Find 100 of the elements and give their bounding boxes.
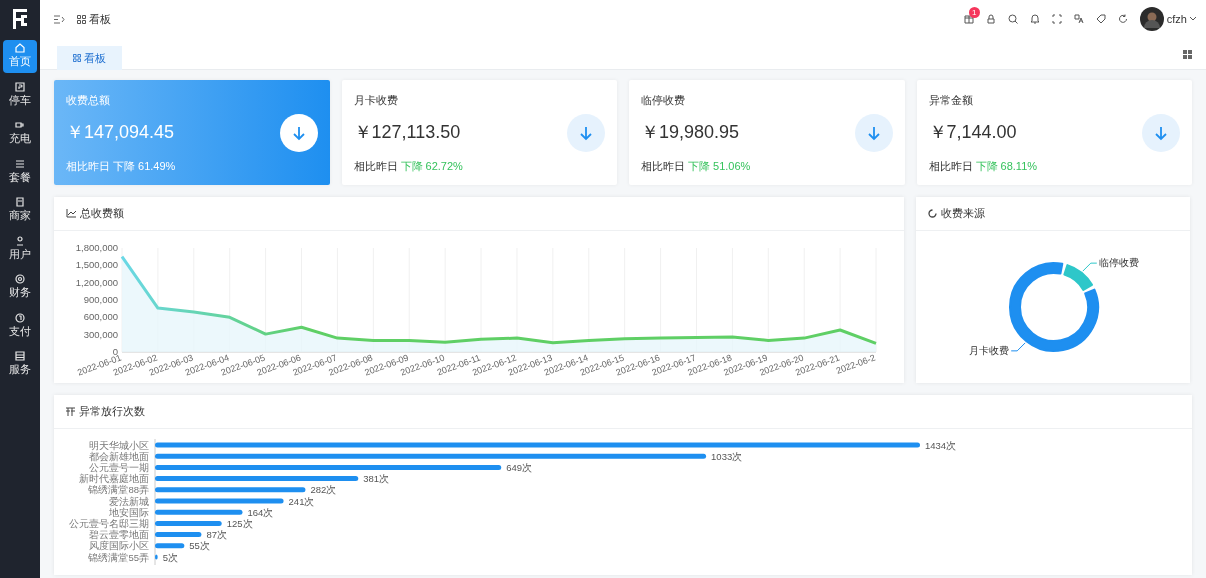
nav-icon <box>15 120 25 130</box>
unit-label: 次 <box>199 540 210 552</box>
category-label: 都会新雄地面 <box>89 450 149 462</box>
username[interactable]: cfzh <box>1166 10 1187 28</box>
category-label: 新时代嘉庭地面 <box>79 473 149 485</box>
unit-label: 次 <box>217 529 227 541</box>
compare-label: 相比昨日 <box>66 158 110 174</box>
axis-label: 1,800,000 <box>75 242 118 253</box>
sidebar-item[interactable]: 服务 <box>3 348 37 381</box>
unit-label: 次 <box>167 551 178 563</box>
category-label: 公元壹号名邸三期 <box>69 517 149 529</box>
unit-label: 次 <box>379 473 390 485</box>
axis-label: 300,000 <box>83 328 118 340</box>
refresh-icon[interactable] <box>1117 14 1128 24</box>
category-label: 锦绣满堂55弄 <box>88 551 149 563</box>
panel-title: 异常放行次数 <box>79 404 145 420</box>
grid-icon <box>77 14 86 24</box>
sidebar-item[interactable]: 套餐 <box>3 155 37 188</box>
sort-icon <box>66 407 75 416</box>
value-label: 241 <box>288 495 305 507</box>
axis-label: 1,200,000 <box>75 276 118 288</box>
download-button[interactable] <box>1142 113 1180 152</box>
arrow-down-icon <box>1153 124 1169 141</box>
caret-icon[interactable] <box>1190 17 1196 21</box>
change-value: 下降 62.72% <box>400 158 463 174</box>
nav-icon <box>15 274 25 284</box>
tab[interactable]: 看板 <box>57 46 122 70</box>
category-label: 明天华城小区 <box>89 439 149 451</box>
breadcrumb: 看板 <box>89 11 111 27</box>
card-title: 临停收费 <box>641 93 686 108</box>
value-label: 125 <box>226 517 243 529</box>
leader-line <box>1082 262 1098 272</box>
unit-label: 次 <box>326 484 337 496</box>
nav-icon <box>15 43 25 53</box>
sidebar-item[interactable]: 用户 <box>3 232 37 265</box>
panel-title: 收费来源 <box>941 206 985 222</box>
category-label: 碧云壹零地面 <box>89 529 149 541</box>
line-chart-icon <box>66 209 76 218</box>
slice-label: 临停收费 <box>1098 257 1139 269</box>
card-title: 月卡收费 <box>353 93 399 108</box>
category-label: 锦绣满堂88弄 <box>88 484 149 496</box>
unit-label: 次 <box>263 506 274 518</box>
value-label: 87 <box>206 529 217 541</box>
compare-label: 相比昨日 <box>928 158 973 174</box>
compare-label: 相比昨日 <box>353 158 398 174</box>
value-label: 5 <box>162 551 168 563</box>
apps-icon[interactable] <box>1183 50 1192 59</box>
sidebar-item[interactable]: 商家 <box>3 194 37 227</box>
sidebar-item[interactable]: 充电 <box>3 117 37 150</box>
lock-icon[interactable] <box>985 14 996 24</box>
bell-icon[interactable] <box>1029 14 1040 24</box>
fullscreen-icon[interactable] <box>1051 14 1062 24</box>
logo-icon <box>12 8 28 30</box>
bar <box>155 520 222 526</box>
translate-icon[interactable] <box>1073 14 1084 24</box>
unit-label: 次 <box>304 495 315 507</box>
download-button[interactable] <box>567 113 605 152</box>
loading-icon <box>928 209 937 218</box>
card-title: 收费总额 <box>66 93 111 108</box>
category-label: 风度国际小区 <box>89 540 149 552</box>
category-label: 爱法新城 <box>109 495 149 507</box>
value-label: 282 <box>310 484 327 496</box>
bar <box>155 554 158 560</box>
amount: ￥19,980.95 <box>641 120 741 144</box>
gift-icon[interactable] <box>963 14 974 24</box>
nav-icon <box>15 312 25 323</box>
change-value: 下降 61.49% <box>113 158 176 174</box>
avatar[interactable] <box>1139 7 1164 31</box>
slice-label: 月卡收费 <box>969 344 1010 356</box>
tag-icon[interactable] <box>1095 14 1106 24</box>
grid-icon <box>73 54 81 62</box>
download-button[interactable] <box>854 113 893 152</box>
unit-label: 次 <box>522 461 533 473</box>
value-label: 1434 <box>925 439 947 451</box>
axis-label: 1,500,000 <box>75 259 118 271</box>
value-label: 381 <box>363 473 380 485</box>
arrow-down-icon <box>578 124 594 141</box>
category-label: 公元壹号一期 <box>89 461 149 473</box>
nav-icon <box>15 197 25 207</box>
download-button[interactable] <box>279 113 318 152</box>
card-title: 异常金额 <box>928 93 974 108</box>
value-label: 55 <box>189 540 200 552</box>
sidebar-item[interactable]: 财务 <box>3 271 37 304</box>
arrow-down-icon <box>865 124 882 141</box>
unit-label: 次 <box>242 517 253 529</box>
notification-badge: 1 <box>968 7 980 18</box>
sidebar-item[interactable]: 停车 <box>3 78 37 111</box>
arrow-down-icon <box>290 124 307 141</box>
bar <box>155 532 202 538</box>
leader-line <box>1010 342 1026 352</box>
axis-label: 600,000 <box>83 311 118 323</box>
value-label: 649 <box>506 461 523 473</box>
compare-label: 相比昨日 <box>641 158 685 174</box>
nav-icon <box>15 351 25 361</box>
menu-icon[interactable] <box>54 14 65 24</box>
sidebar-item[interactable]: 支付 <box>3 309 37 342</box>
value-label: 1033 <box>711 450 733 462</box>
bar <box>155 543 185 549</box>
change-value: 下降 68.11% <box>975 158 1038 174</box>
search-icon[interactable] <box>1007 14 1018 24</box>
